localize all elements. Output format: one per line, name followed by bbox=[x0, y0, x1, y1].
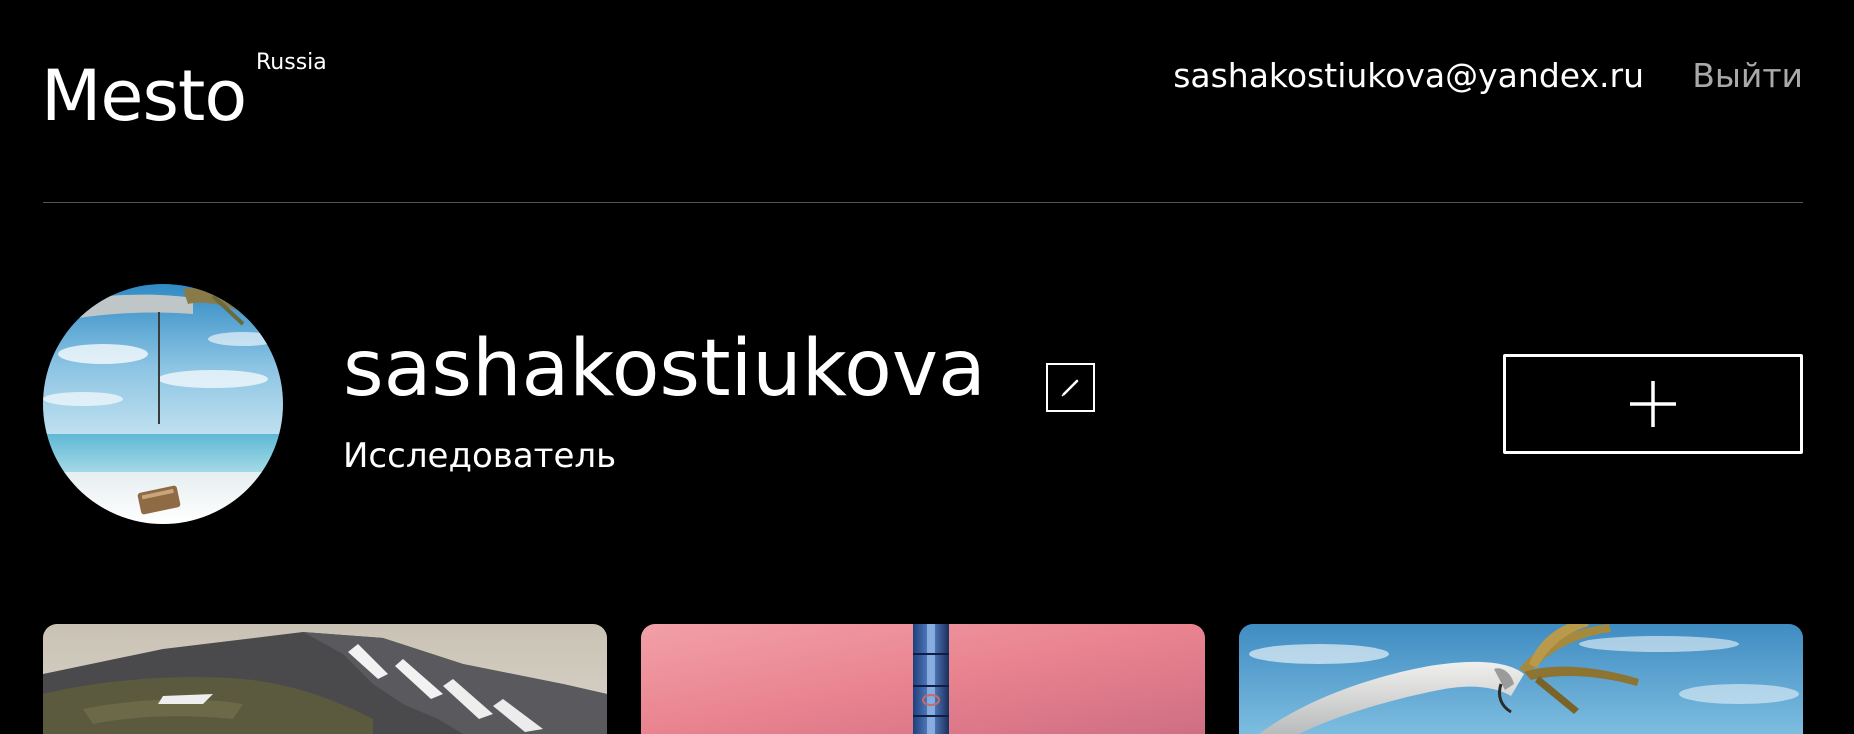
card[interactable] bbox=[1239, 624, 1803, 734]
avatar[interactable] bbox=[43, 284, 283, 524]
user-email: sashakostiukova@yandex.ru bbox=[1173, 56, 1644, 95]
plus-icon bbox=[1630, 381, 1676, 427]
logo-region: Russia bbox=[256, 50, 327, 75]
card-image-tower bbox=[641, 624, 1205, 734]
logo-text: Mesto bbox=[41, 55, 247, 137]
pencil-icon bbox=[1061, 379, 1079, 397]
edit-profile-button[interactable] bbox=[1046, 363, 1095, 412]
card[interactable] bbox=[641, 624, 1205, 734]
card[interactable] bbox=[43, 624, 607, 734]
add-card-button[interactable] bbox=[1503, 354, 1803, 454]
profile-name: sashakostiukova bbox=[343, 324, 986, 414]
header-divider bbox=[43, 202, 1803, 203]
avatar-image bbox=[43, 284, 283, 524]
logout-link[interactable]: Выйти bbox=[1692, 56, 1803, 96]
profile-about: Исследователь bbox=[343, 436, 617, 476]
card-image-palm bbox=[1239, 624, 1803, 734]
card-image-mountain bbox=[43, 624, 607, 734]
cards-grid bbox=[0, 624, 1854, 734]
page-header: Mesto Russia sashakostiukova@yandex.ru В… bbox=[0, 0, 1854, 205]
